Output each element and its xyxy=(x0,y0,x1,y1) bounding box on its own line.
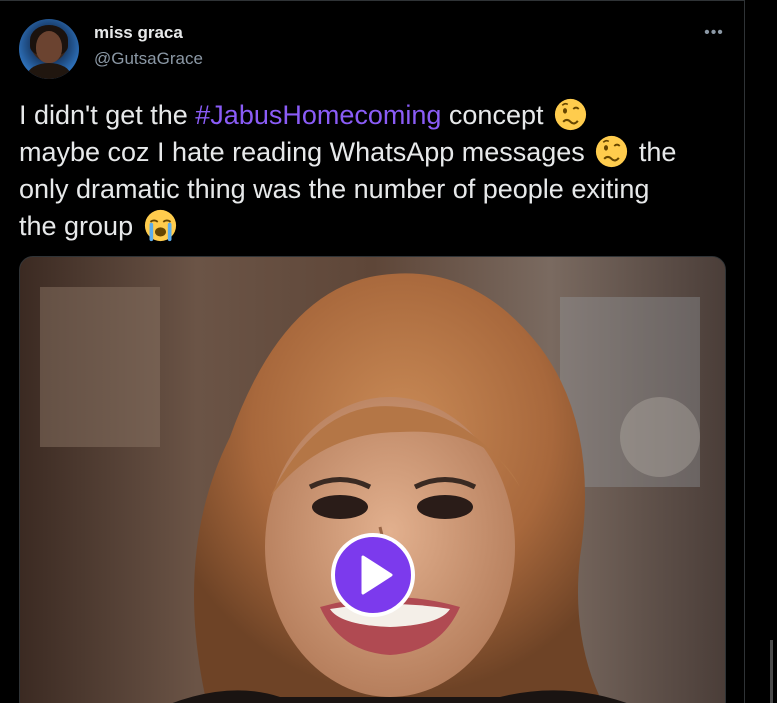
tweet-text-part2: concept xyxy=(441,100,544,130)
loudly-crying-face-icon xyxy=(144,209,176,242)
woozy-face-icon xyxy=(596,135,628,168)
more-icon: ••• xyxy=(704,24,724,41)
more-options-button[interactable]: ••• xyxy=(700,23,728,43)
play-icon xyxy=(361,555,393,595)
tweet-text-line4: the group xyxy=(19,211,134,241)
avatar[interactable] xyxy=(19,19,79,79)
tweet-card[interactable]: miss graca @GutsaGrace ••• I didn't get … xyxy=(0,0,745,703)
tweet-text: I didn't get the #JabusHomecoming concep… xyxy=(19,97,729,245)
user-handle[interactable]: @GutsaGrace xyxy=(94,49,203,69)
avatar-face xyxy=(36,31,62,63)
page: miss graca @GutsaGrace ••• I didn't get … xyxy=(0,0,777,703)
avatar-body xyxy=(27,63,71,79)
hashtag-link[interactable]: #JabusHomecoming xyxy=(195,100,441,130)
play-button[interactable] xyxy=(331,533,415,617)
display-name[interactable]: miss graca xyxy=(94,23,183,43)
scrollbar[interactable] xyxy=(770,640,773,703)
video-player[interactable] xyxy=(19,256,726,703)
tweet-text-line3: only dramatic thing was the number of pe… xyxy=(19,174,650,204)
tweet-text-part1: I didn't get the xyxy=(19,100,196,130)
tweet-text-line2: maybe coz I hate reading WhatsApp messag… xyxy=(19,137,585,167)
woozy-face-icon xyxy=(554,98,587,131)
tweet-text-part3: the xyxy=(631,137,677,167)
video-thumbnail xyxy=(20,257,725,703)
